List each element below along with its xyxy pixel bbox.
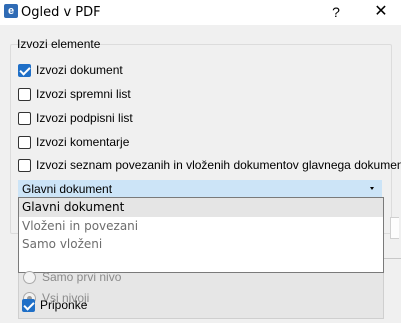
checkbox-icon[interactable]: [22, 298, 35, 312]
checkbox-label: Izvozi spremni list: [36, 87, 131, 101]
side-button-edge[interactable]: [390, 217, 399, 239]
export-signature-sheet-checkbox[interactable]: Izvozi podpisni list: [18, 110, 133, 126]
checkbox-icon[interactable]: [18, 63, 31, 77]
title-bar: e Ogled v PDF ? ✕: [0, 0, 401, 25]
first-level-radio[interactable]: Samo prvi nivo: [23, 269, 121, 285]
export-document-checkbox[interactable]: Izvozi dokument: [18, 62, 123, 78]
attachments-checkbox[interactable]: Priponke: [22, 297, 87, 313]
option-embedded-and-linked[interactable]: Vloženi in povezani: [19, 217, 383, 236]
checkbox-label: Izvozi dokument: [36, 63, 123, 77]
checkbox-label: Priponke: [40, 298, 88, 312]
document-scope-select[interactable]: Glavni dokument: [18, 180, 382, 197]
option-main-document[interactable]: Glavni dokument: [19, 198, 383, 217]
chevron-down-icon[interactable]: [370, 187, 374, 190]
app-icon: e: [4, 4, 18, 18]
checkbox-icon[interactable]: [18, 87, 31, 101]
window-title: Ogled v PDF: [21, 5, 101, 20]
option-embedded-only[interactable]: Samo vloženi: [19, 235, 383, 254]
select-value: Glavni dokument: [22, 182, 113, 196]
group-title: Izvozi elemente: [17, 37, 101, 51]
radio-label: Samo prvi nivo: [42, 270, 122, 284]
checkbox-icon[interactable]: [18, 158, 31, 172]
checkbox-label: Izvozi komentarje: [36, 135, 130, 149]
checkbox-label: Izvozi podpisni list: [36, 111, 133, 125]
close-button[interactable]: ✕: [372, 3, 390, 21]
export-cover-sheet-checkbox[interactable]: Izvozi spremni list: [18, 86, 131, 102]
dialog-body: Izvozi elemente Izvozi dokument Izvozi s…: [0, 25, 401, 323]
export-linked-documents-checkbox[interactable]: Izvozi seznam povezanih in vloženih doku…: [18, 157, 401, 173]
divider: [384, 258, 401, 259]
checkbox-icon[interactable]: [18, 111, 31, 125]
radio-icon[interactable]: [23, 270, 36, 284]
help-button[interactable]: ?: [328, 3, 344, 21]
dropdown-list: Glavni dokument Vloženi in povezani Samo…: [18, 197, 384, 273]
checkbox-icon[interactable]: [18, 135, 31, 149]
export-comments-checkbox[interactable]: Izvozi komentarje: [18, 134, 129, 150]
checkbox-label: Izvozi seznam povezanih in vloženih doku…: [36, 158, 401, 172]
